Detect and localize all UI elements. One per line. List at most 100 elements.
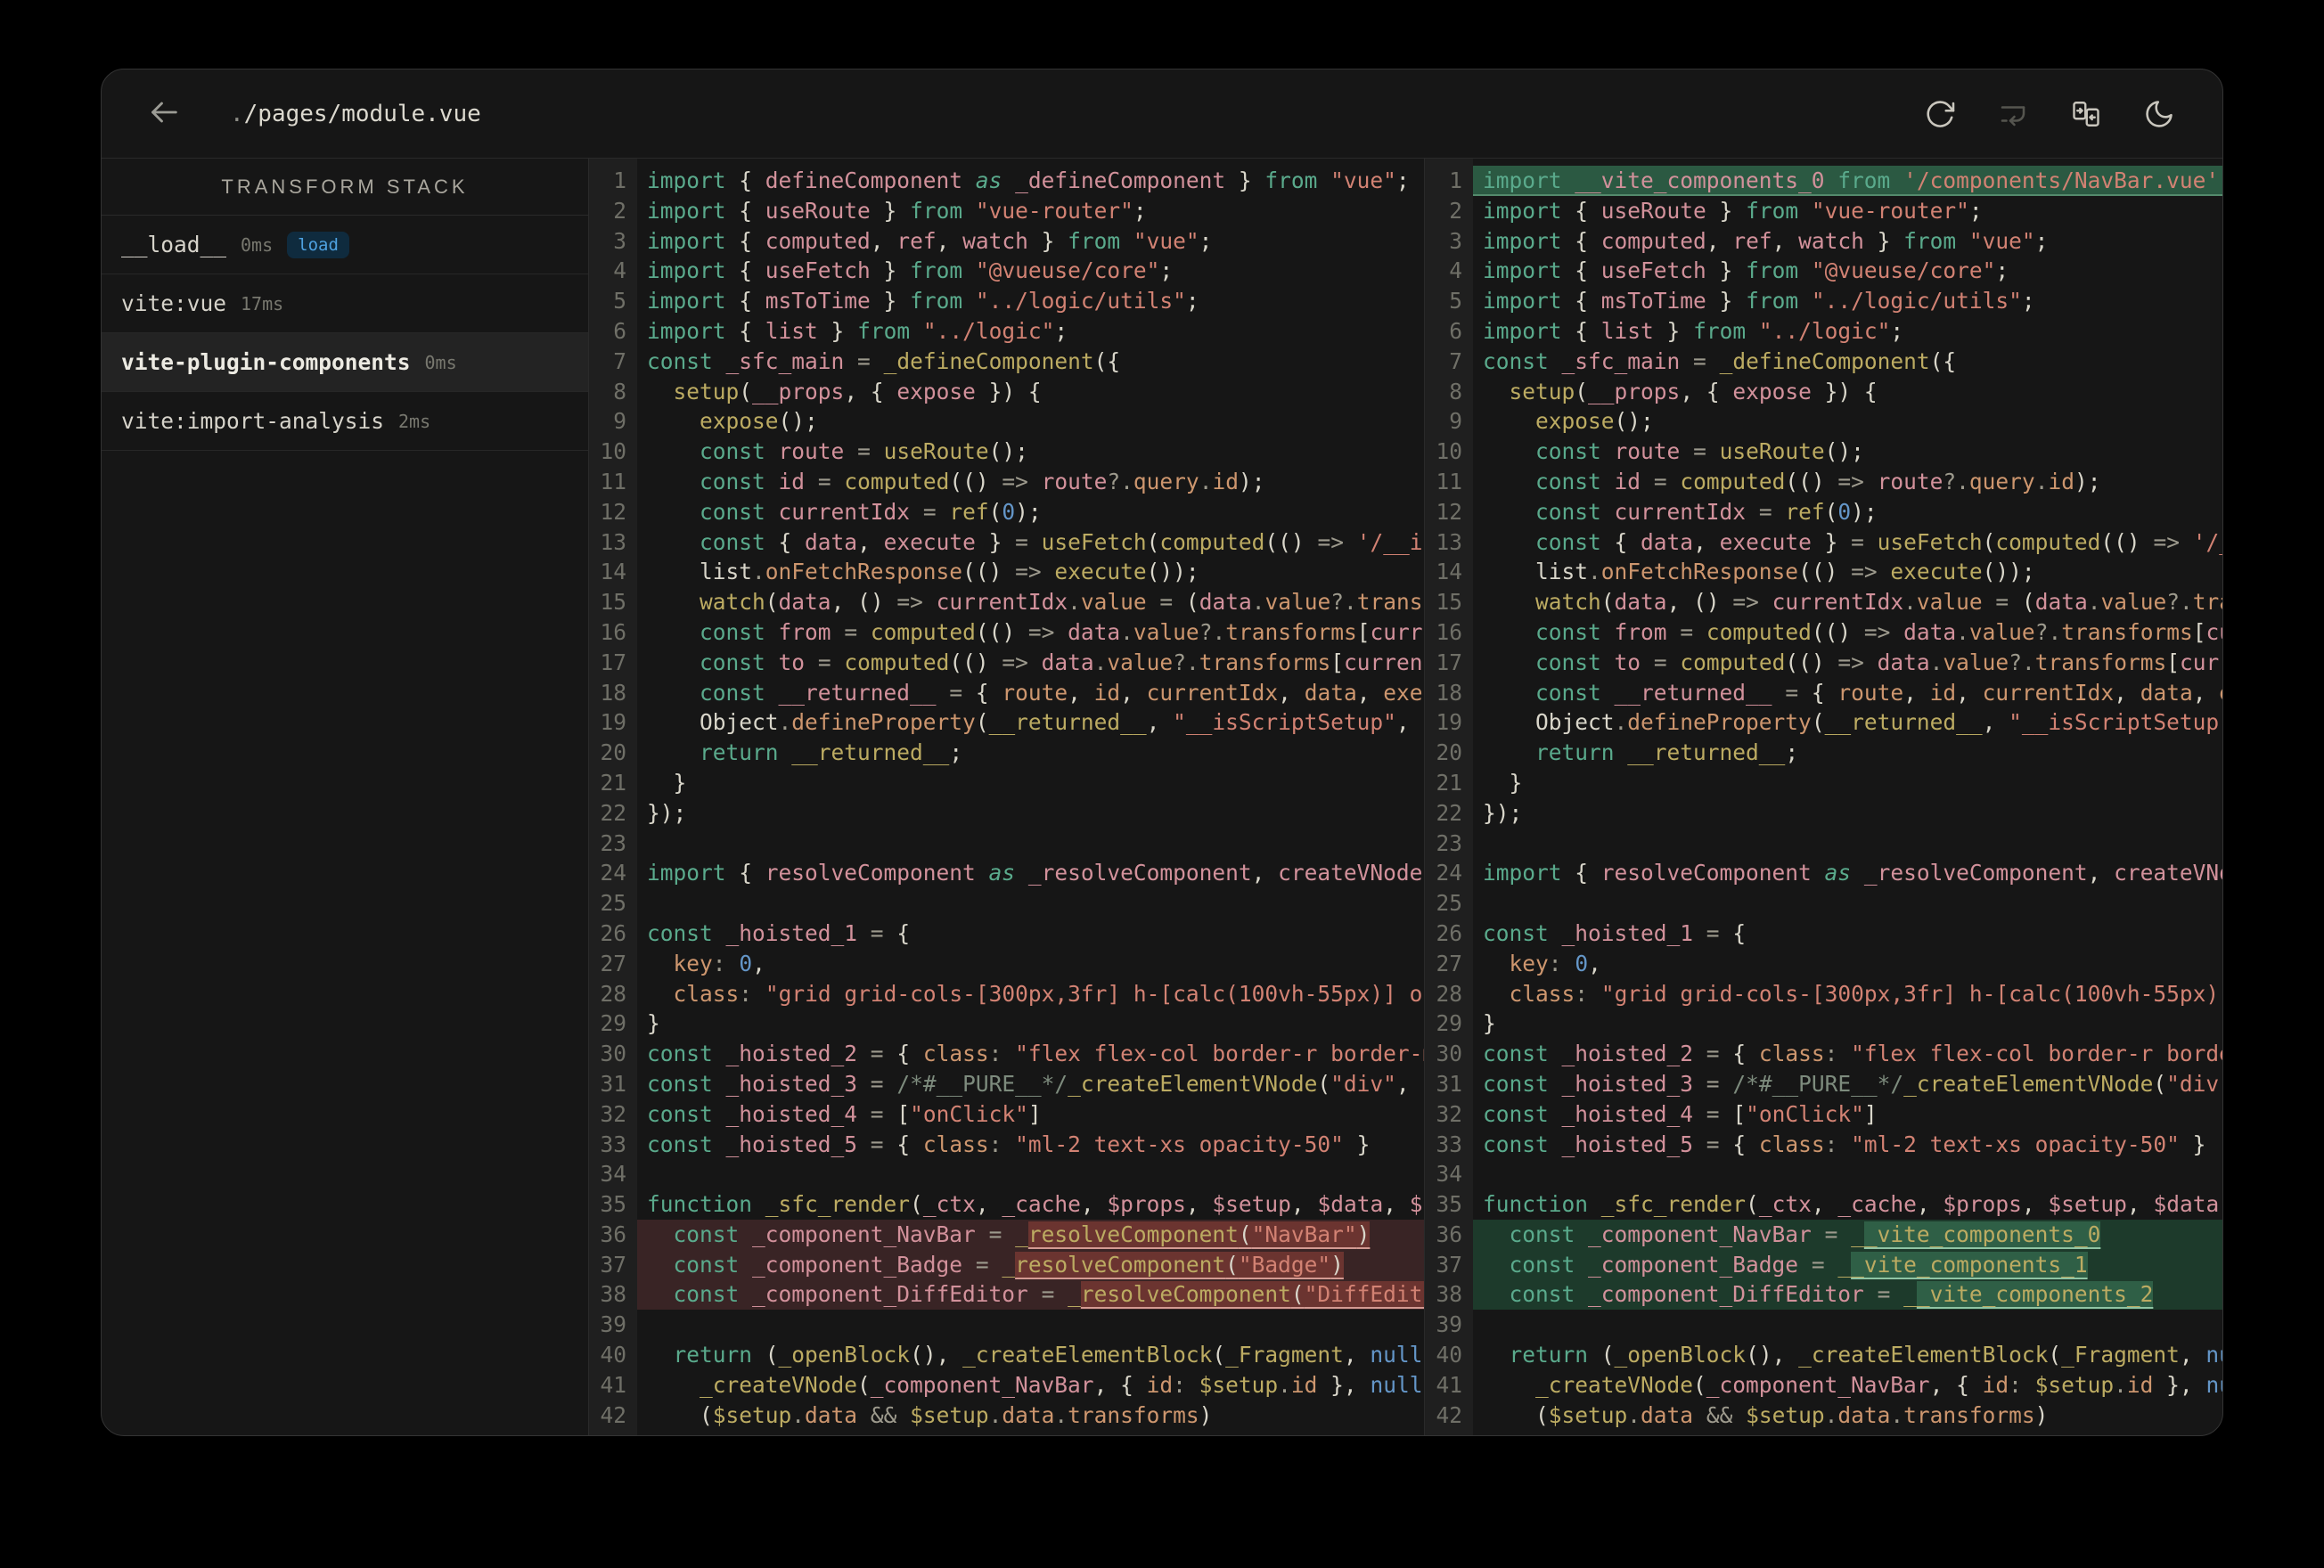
code-line: } <box>1483 769 1523 796</box>
code-line: } <box>647 769 687 796</box>
code-line: const _hoisted_2 = { class: "flex flex-c… <box>1483 1041 2222 1067</box>
code-line: expose(); <box>1535 408 1654 435</box>
line-number: 28 <box>1436 980 1462 1007</box>
line-number: 38 <box>1436 1281 1462 1308</box>
line-number: 32 <box>1436 1100 1462 1127</box>
code-line: import { computed, ref, watch } from "vu… <box>647 227 1213 254</box>
code-line: import { useFetch } from "@vueuse/core"; <box>1483 257 2009 284</box>
code-line: return (_openBlock(), _createElementBloc… <box>673 1342 1424 1368</box>
code-line: _createVNode(_component_NavBar, { id: $s… <box>700 1371 1423 1398</box>
line-number: 16 <box>600 618 626 645</box>
code-line: const { data, execute } = useFetch(compu… <box>1535 528 2222 555</box>
diff-pane-before[interactable]: 1 2 3 4 5 6 7 8 9 10 11 12 13 14 15 16 17 18 19 20 21 22 23 24 2… <box>589 159 1424 1435</box>
back-button[interactable] <box>144 94 184 134</box>
code-line: const from = computed(() => data.value?.… <box>700 618 1424 645</box>
line-number: 37 <box>600 1251 626 1278</box>
code-line: setup(__props, { expose }) { <box>673 378 1042 404</box>
page-title: ./pages/module.vue <box>230 101 481 127</box>
wrap-lines-icon[interactable] <box>1996 97 2030 131</box>
line-number: 22 <box>1436 799 1462 826</box>
diff-pane-after[interactable]: 1 2 3 4 5 6 7 8 9 10 11 12 13 14 15 16 17 18 19 20 21 22 23 24 2… <box>1424 159 2222 1435</box>
code-line: import { computed, ref, watch } from "vu… <box>1483 227 2049 254</box>
back-arrow-icon <box>146 94 182 134</box>
code-line: const from = computed(() => data.value?.… <box>1535 618 2222 645</box>
plugin-name: vite-plugin-components <box>121 349 411 375</box>
diff-panels-icon[interactable] <box>2069 97 2103 131</box>
code-line: Object.defineProperty(__returned__, "__i… <box>1535 709 2222 736</box>
plugin-name: vite:import-analysis <box>121 408 385 434</box>
line-number: 15 <box>600 589 626 616</box>
line-number: 40 <box>600 1342 626 1368</box>
line-number: 13 <box>1436 528 1462 555</box>
line-number: 28 <box>600 980 626 1007</box>
plugin-time: 17ms <box>241 292 284 314</box>
line-number: 12 <box>600 498 626 525</box>
line-number: 23 <box>1436 829 1462 856</box>
line-number: 41 <box>600 1371 626 1398</box>
line-number: 5 <box>1449 288 1462 314</box>
code-line: const currentIdx = ref(0); <box>700 498 1042 525</box>
line-number: 7 <box>613 347 626 374</box>
line-number: 23 <box>600 829 626 856</box>
code-line: const _hoisted_1 = { <box>1483 919 1747 946</box>
line-number: 24 <box>1436 860 1462 886</box>
code-line: const _component_Badge = __vite_componen… <box>1473 1249 2222 1280</box>
code-line: key: 0, <box>673 950 765 976</box>
line-number: 19 <box>1436 709 1462 736</box>
topbar-icons <box>1923 97 2176 131</box>
code-line: const _hoisted_5 = { class: "ml-2 text-x… <box>1483 1131 2206 1157</box>
sidebar-item-vite-import-analysis[interactable]: vite:import-analysis 2ms <box>102 392 588 451</box>
line-number: 11 <box>600 468 626 494</box>
code-line: const _component_NavBar = __vite_compone… <box>1473 1219 2222 1250</box>
code-line: const currentIdx = ref(0); <box>1535 498 1878 525</box>
line-number: 16 <box>1436 618 1462 645</box>
code-line: const _hoisted_3 = /*#__PURE__*/_createE… <box>647 1070 1424 1097</box>
code-line: const route = useRoute(); <box>1535 438 1864 465</box>
line-number: 31 <box>600 1070 626 1097</box>
code-line: import { useRoute } from "vue-router"; <box>647 197 1147 224</box>
line-number: 4 <box>613 257 626 284</box>
sidebar-item-vite-vue[interactable]: vite:vue 17ms <box>102 274 588 333</box>
code-line: return __returned__; <box>1535 739 1799 766</box>
code-line: class: "grid grid-cols-[300px,3fr] h-[ca… <box>673 980 1424 1007</box>
line-number: 35 <box>600 1191 626 1218</box>
line-number-gutter: 1 2 3 4 5 6 7 8 9 10 11 12 13 14 15 16 17 18 19 20 21 22 23 24 2… <box>1425 159 1473 1435</box>
code-line: import { msToTime } from "../logic/utils… <box>647 288 1199 314</box>
sidebar-item-vite-plugin-components[interactable]: vite-plugin-components 0ms <box>102 333 588 392</box>
line-number: 2 <box>613 197 626 224</box>
code-line: expose(); <box>700 408 818 435</box>
refresh-icon[interactable] <box>1923 97 1957 131</box>
sidebar-item-load[interactable]: __load__ 0ms load <box>102 216 588 274</box>
line-number: 11 <box>1436 468 1462 494</box>
load-badge: load <box>287 231 349 258</box>
code-line: const to = computed(() => data.value?.tr… <box>1535 649 2222 675</box>
line-number: 5 <box>613 288 626 314</box>
line-number: 17 <box>600 649 626 675</box>
code-line: watch(data, () => currentIdx.value = (da… <box>1535 589 2222 616</box>
line-number: 12 <box>1436 498 1462 525</box>
line-number: 39 <box>1436 1311 1462 1338</box>
code-line: key: 0, <box>1509 950 1601 976</box>
line-number: 9 <box>613 408 626 435</box>
line-number: 25 <box>600 890 626 917</box>
main-area: TRANSFORM STACK __load__ 0ms load vite:vue 1… <box>102 159 2222 1435</box>
code-line: import { resolveComponent as _resolveCom… <box>647 860 1423 886</box>
code-line: list.onFetchResponse(() => execute()); <box>700 559 1199 585</box>
moon-icon[interactable] <box>2142 97 2176 131</box>
line-number: 8 <box>1449 378 1462 404</box>
code-line: ($setup.data && $setup.data.transforms) <box>1483 1401 2049 1428</box>
code-line: const _component_Badge = _resolveCompone… <box>637 1249 1424 1280</box>
code-line: watch(data, () => currentIdx.value = (da… <box>700 589 1424 616</box>
line-number: 9 <box>1449 408 1462 435</box>
line-number: 30 <box>600 1041 626 1067</box>
line-number: 21 <box>600 769 626 796</box>
code-line: const _sfc_main = _defineComponent({ <box>647 347 1121 374</box>
line-number: 6 <box>613 317 626 344</box>
line-number: 34 <box>1436 1161 1462 1188</box>
code-line: const __returned__ = { route, id, curren… <box>700 679 1424 706</box>
line-number: 20 <box>600 739 626 766</box>
